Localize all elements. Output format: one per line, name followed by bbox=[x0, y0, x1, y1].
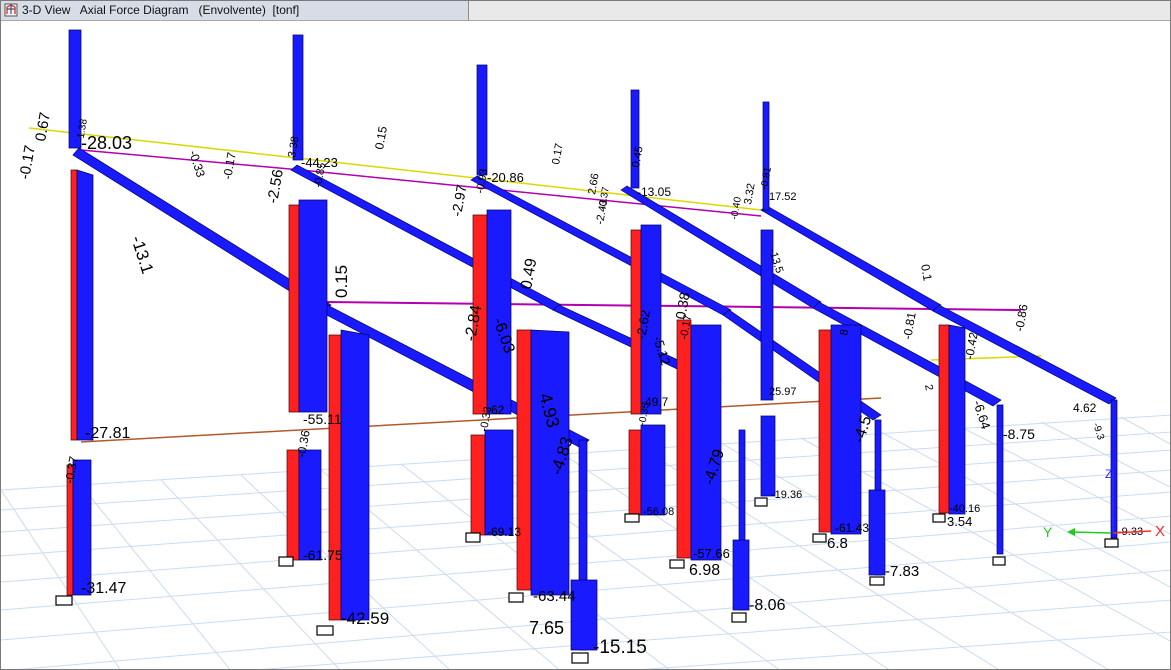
column-3-diagram[interactable] bbox=[465, 64, 598, 664]
label: 2 bbox=[922, 383, 935, 391]
label: -0.86 bbox=[1012, 303, 1031, 333]
label: -15.15 bbox=[593, 637, 647, 658]
label: -8.75 bbox=[1003, 426, 1035, 442]
label: -9.3 bbox=[1090, 422, 1106, 442]
3d-viewport[interactable]: -0.17 0.67 -1.38 -28.03 -13.1 -0.33 -0.1… bbox=[1, 20, 1171, 670]
label: -2.56 bbox=[264, 168, 287, 205]
label: -0.17 bbox=[220, 151, 239, 181]
column-2-diagram[interactable] bbox=[278, 34, 370, 636]
label: -0.81 bbox=[759, 166, 774, 191]
label: 3.32 bbox=[742, 182, 758, 205]
label: 0.17 bbox=[550, 142, 566, 165]
label: -0.81 bbox=[900, 311, 919, 341]
label: -27.81 bbox=[85, 425, 130, 442]
label: -61.43 bbox=[835, 521, 869, 535]
label: 0.49 bbox=[518, 257, 540, 291]
label: 0.67 bbox=[32, 111, 54, 143]
label: 0.15 bbox=[372, 125, 390, 151]
z-axis-label: Z bbox=[1105, 467, 1112, 481]
column-4-diagram[interactable] bbox=[624, 89, 750, 623]
label: -61.75 bbox=[303, 547, 343, 563]
label: 0.45 bbox=[630, 145, 646, 168]
label: 0.1 bbox=[918, 263, 935, 282]
label: -0.33 bbox=[186, 149, 208, 180]
label: -2.97 bbox=[448, 183, 469, 217]
label: 25.97 bbox=[769, 386, 797, 398]
x-axis-label: X bbox=[1155, 523, 1165, 540]
label: -63.44 bbox=[533, 588, 576, 605]
label: -55.11 bbox=[303, 411, 342, 427]
label: 17.52 bbox=[769, 191, 797, 203]
view-title: 3-D View Axial Force Diagram (Envolvente… bbox=[22, 3, 300, 17]
label: 3.54 bbox=[947, 514, 972, 529]
label: -19.36 bbox=[771, 489, 802, 501]
label: -20.86 bbox=[487, 170, 524, 185]
label: -57.66 bbox=[693, 546, 730, 561]
label: -13.05 bbox=[637, 185, 671, 199]
label: 6.98 bbox=[689, 562, 720, 579]
label: -0.17 bbox=[16, 144, 39, 181]
view-tab[interactable]: 3-D View Axial Force Diagram (Envolvente… bbox=[1, 1, 469, 20]
structure-diagram[interactable]: -0.17 0.67 -1.38 -28.03 -13.1 -0.33 -0.1… bbox=[1, 20, 1171, 670]
label: -13.1 bbox=[127, 233, 157, 276]
label: -8.06 bbox=[749, 597, 786, 614]
label: -56.08 bbox=[643, 506, 674, 518]
label: 0.15 bbox=[332, 265, 351, 298]
label: 4.62 bbox=[1073, 401, 1097, 415]
label: 7.65 bbox=[529, 618, 564, 638]
y-axis-label: Y bbox=[1043, 524, 1053, 540]
label: -28.03 bbox=[81, 133, 132, 153]
label: 6.8 bbox=[827, 535, 848, 552]
label: -0.40 bbox=[729, 196, 744, 221]
column-6-diagram[interactable] bbox=[932, 324, 1006, 566]
frame-view-icon bbox=[4, 3, 18, 17]
label: -42.59 bbox=[341, 609, 389, 628]
window-title-bar: 3-D View Axial Force Diagram (Envolvente… bbox=[1, 1, 1170, 21]
label: -7.83 bbox=[885, 563, 919, 580]
column-1-diagram[interactable] bbox=[55, 29, 94, 606]
application-window: 3-D View Axial Force Diagram (Envolvente… bbox=[0, 0, 1171, 670]
label: -31.47 bbox=[81, 580, 126, 597]
label: -69.13 bbox=[487, 525, 521, 539]
label: -2.43 bbox=[594, 199, 610, 226]
